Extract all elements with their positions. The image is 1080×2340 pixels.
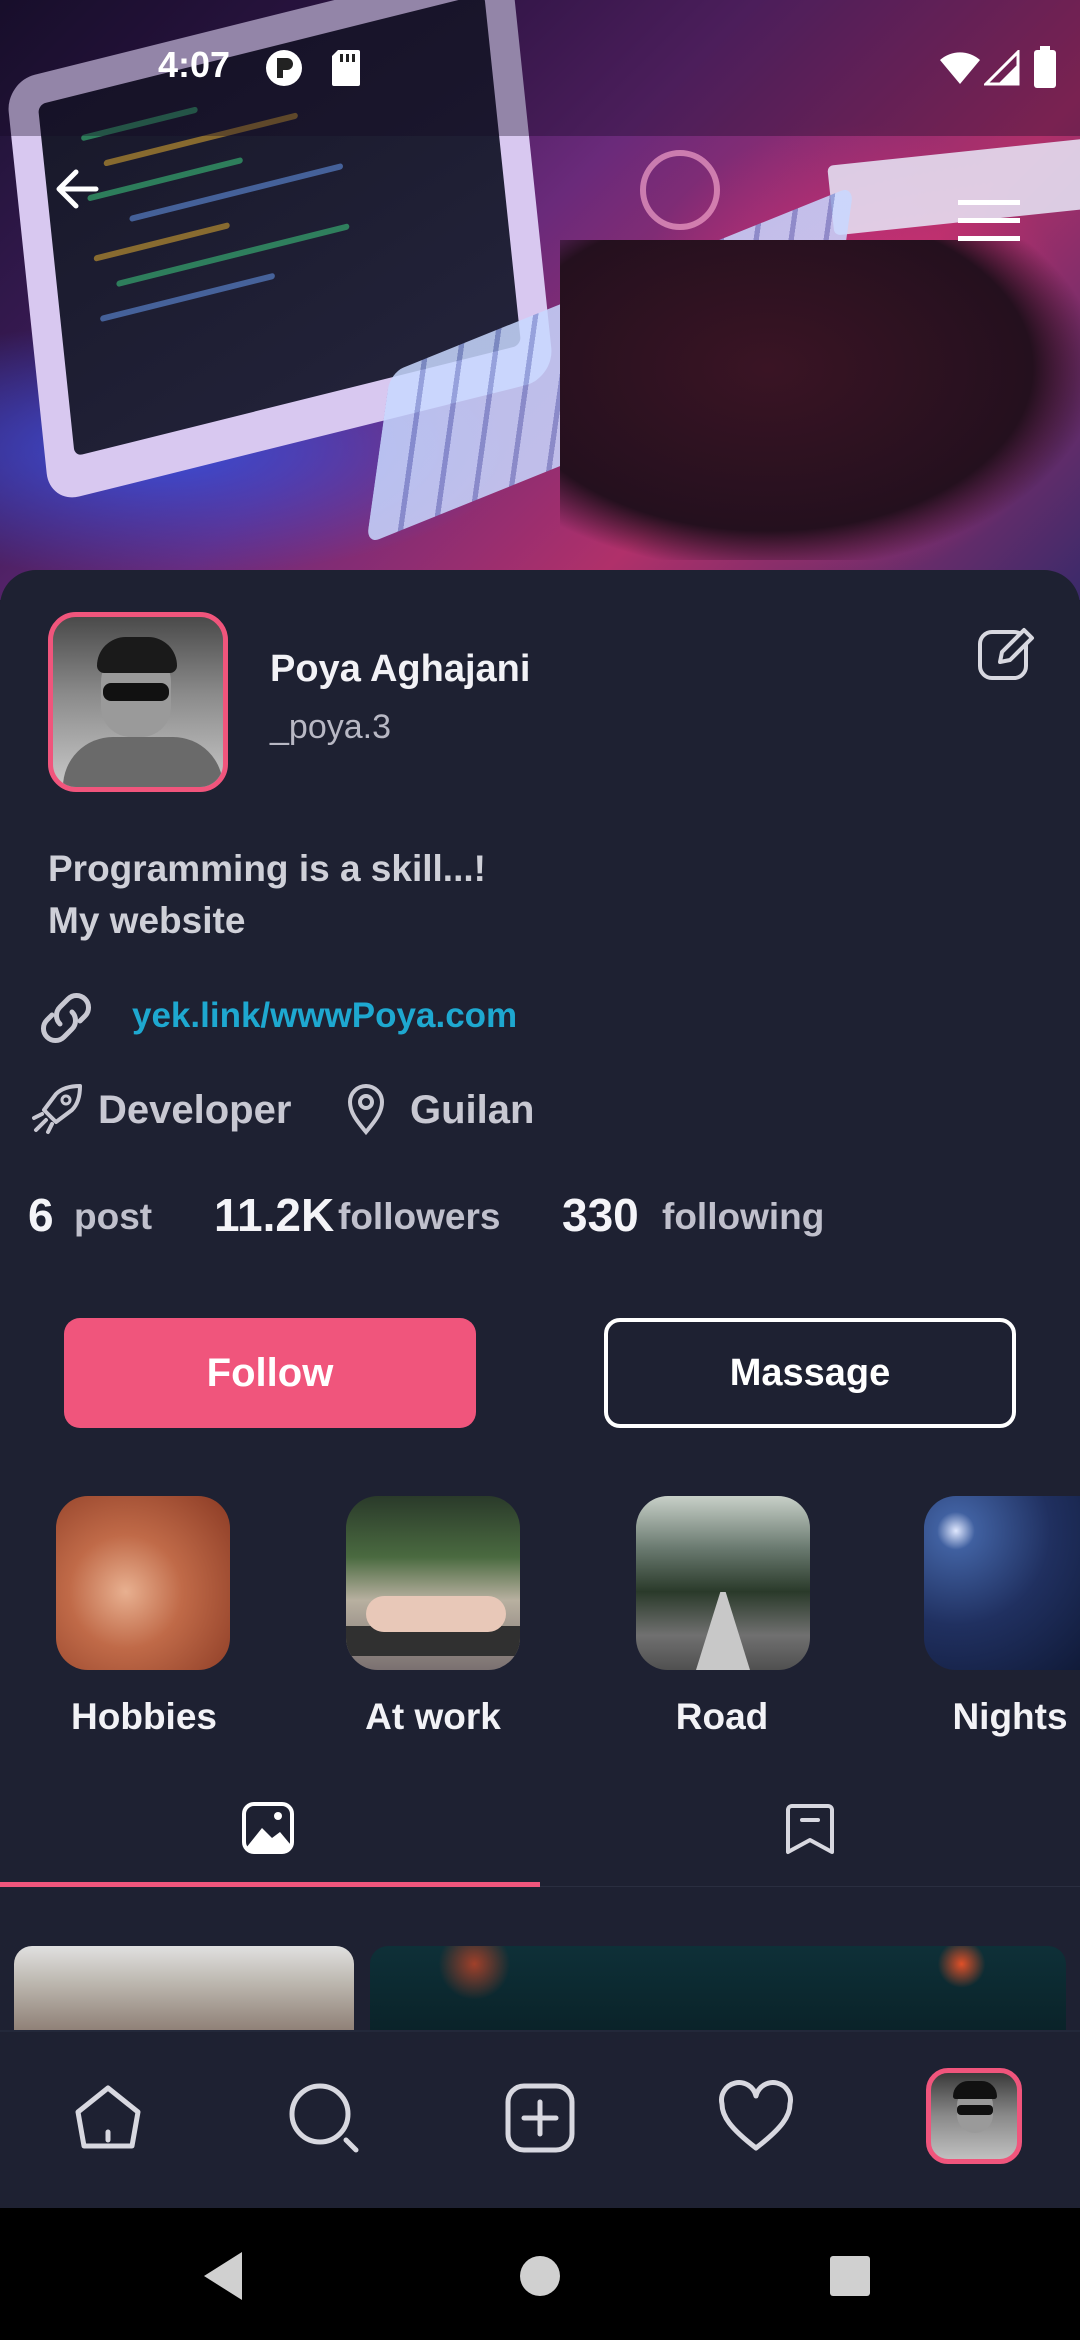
profile-name: Poya Aghajani [270,648,531,690]
profile-username: _poya.3 [270,708,391,746]
posts-label: post [74,1196,153,1237]
system-recents-icon[interactable] [828,2254,872,2298]
highlight-label: Road [675,1696,769,1737]
status-time: 4:07 [158,44,231,85]
status-bar: 4:07 [0,0,1080,136]
highlight-label: Hobbies [71,1696,217,1737]
back-arrow-icon[interactable] [52,164,102,214]
home-icon[interactable] [68,2078,148,2158]
highlight-nights[interactable] [924,1496,1080,1670]
system-home-icon[interactable] [518,2254,562,2298]
occupation-text: Developer [98,1088,292,1132]
location-pin-icon [347,1084,385,1136]
followers-label[interactable]: followers [338,1196,500,1238]
link-icon [41,993,91,1043]
active-tab-indicator [0,1882,540,1887]
following-label[interactable]: following [662,1196,824,1238]
wifi-icon [940,52,980,84]
heart-icon[interactable] [716,2078,796,2158]
website-link[interactable]: yek.link/wwwPoya.com [132,996,517,1036]
post-thumbnail[interactable] [14,1946,354,2036]
hamburger-menu-icon[interactable] [956,196,1022,246]
bio-line-2: My website [48,900,246,941]
highlight-hobbies[interactable] [56,1496,230,1670]
follow-button[interactable]: Follow [64,1318,476,1428]
highlight-label: At work [365,1696,501,1737]
profile-avatar[interactable] [48,612,228,792]
message-button[interactable]: Massage [604,1318,1016,1428]
post-thumbnail[interactable] [370,1946,1066,2036]
highlight-label: Nights [952,1696,1068,1737]
profile-nav-avatar[interactable] [926,2068,1022,2164]
rocket-icon [32,1084,82,1134]
signal-icon [984,50,1020,86]
system-back-icon[interactable] [198,2248,248,2304]
notification-app-icon [266,50,302,86]
followers-count[interactable]: 11.2K [214,1188,334,1242]
posts-count: 6 [28,1189,54,1241]
location-text: Guilan [410,1088,535,1132]
search-icon[interactable] [284,2078,364,2158]
highlight-road[interactable] [636,1496,810,1670]
following-count[interactable]: 330 [562,1188,639,1242]
photos-tab-icon[interactable] [240,1800,296,1856]
bio-line-1: Programming is a skill...! [48,848,486,889]
battery-icon [1034,46,1056,88]
saved-tab-icon[interactable] [782,1800,838,1856]
add-post-icon[interactable] [500,2078,580,2158]
highlight-at-work[interactable] [346,1496,520,1670]
edit-icon[interactable] [974,622,1038,686]
sd-card-icon [332,50,360,86]
